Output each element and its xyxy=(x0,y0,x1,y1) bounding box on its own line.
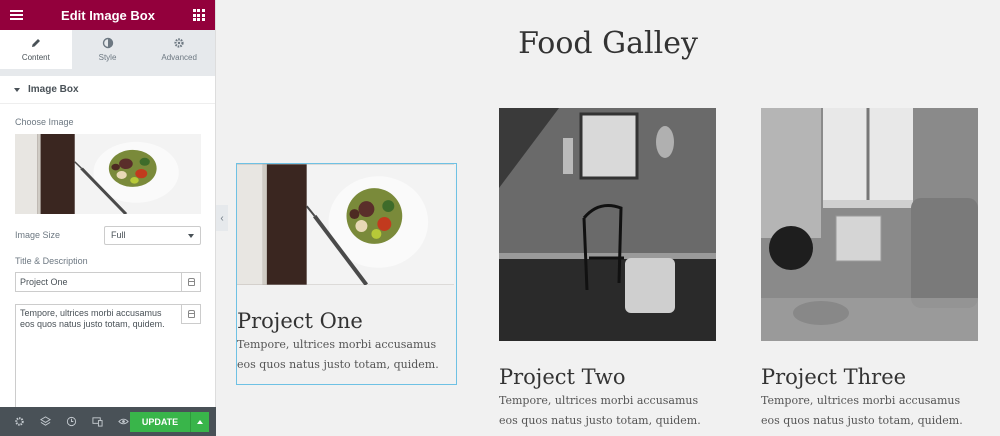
widgets-grid-icon[interactable] xyxy=(192,9,205,21)
dynamic-tags-button[interactable] xyxy=(181,272,201,292)
editor-panel: Edit Image Box Content Style Advanced Im… xyxy=(0,0,216,436)
chevron-down-icon xyxy=(188,234,194,238)
card-image xyxy=(237,164,454,285)
update-options-button[interactable] xyxy=(190,412,209,432)
description-textarea[interactable]: Tempore, ultrices morbi accusamus eos qu… xyxy=(15,304,181,410)
tab-style[interactable]: Style xyxy=(71,30,144,69)
responsive-icon[interactable] xyxy=(84,407,110,436)
chevron-left-icon: ‹ xyxy=(220,212,224,224)
pencil-icon xyxy=(31,39,40,47)
image-picker[interactable] xyxy=(15,134,201,214)
tab-content[interactable]: Content xyxy=(0,30,72,69)
card-text: Tempore, ultrices morbi accusamus eos qu… xyxy=(761,394,963,427)
salad-image xyxy=(15,134,201,214)
panel-header: Edit Image Box xyxy=(0,0,215,30)
chair-room-image xyxy=(499,108,716,341)
history-icon[interactable] xyxy=(58,407,84,436)
image-box-card: Project Three Tempore, ultrices morbi ac… xyxy=(761,108,980,431)
menu-icon[interactable] xyxy=(10,10,23,20)
card-image xyxy=(761,108,978,341)
tab-content-label: Content xyxy=(21,53,50,62)
image-box-card[interactable]: Project One Tempore, ultrices morbi accu… xyxy=(236,163,457,385)
card-text: Tempore, ultrices morbi accusamus eos qu… xyxy=(499,394,701,427)
caret-down-icon xyxy=(14,87,20,92)
salad-image xyxy=(237,164,454,285)
layers-icon[interactable] xyxy=(32,407,58,436)
tab-style-label: Style xyxy=(98,53,117,62)
database-icon xyxy=(187,278,195,286)
settings-icon[interactable] xyxy=(6,407,32,436)
living-room-image xyxy=(761,108,978,341)
card-text: Tempore, ultrices morbi accusamus eos qu… xyxy=(237,338,439,371)
panel-tabs: Content Style Advanced xyxy=(0,30,216,70)
database-icon xyxy=(187,310,195,318)
description-dynamic-button[interactable] xyxy=(181,304,201,324)
image-box-card: Project Two Tempore, ultrices morbi accu… xyxy=(499,108,718,431)
section-title: Image Box xyxy=(28,84,79,95)
card-image xyxy=(499,108,716,341)
panel-footer: UPDATE xyxy=(0,407,216,436)
title-input[interactable]: Project One xyxy=(15,272,181,292)
panel-title: Edit Image Box xyxy=(61,7,155,23)
image-size-select[interactable]: Full xyxy=(104,226,201,245)
choose-image-label: Choose Image xyxy=(15,117,74,127)
chevron-up-icon xyxy=(197,420,203,424)
card-title: Project Three xyxy=(761,365,907,389)
update-button[interactable]: UPDATE xyxy=(130,412,190,432)
image-size-value: Full xyxy=(111,230,126,240)
card-title: Project Two xyxy=(499,365,626,389)
gear-icon xyxy=(174,38,184,48)
collapse-panel-handle[interactable]: ‹ xyxy=(216,205,228,231)
card-title: Project One xyxy=(237,309,363,333)
tab-advanced-label: Advanced xyxy=(161,53,197,62)
page-title: Food Galley xyxy=(518,26,698,61)
image-size-label: Image Size xyxy=(15,230,61,240)
title-description-label: Title & Description xyxy=(15,256,88,266)
section-image-box[interactable]: Image Box xyxy=(0,76,215,104)
tab-advanced[interactable]: Advanced xyxy=(143,30,216,69)
contrast-icon xyxy=(102,37,113,49)
